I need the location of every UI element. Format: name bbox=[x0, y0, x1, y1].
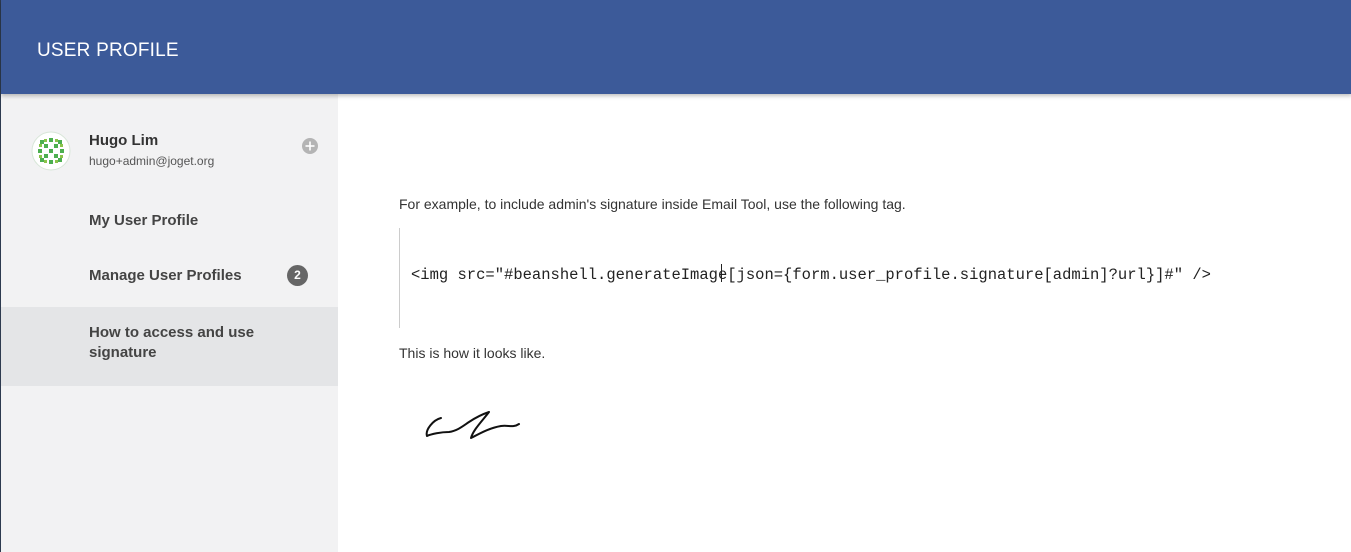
sidebar-item-label: How to access and use signature bbox=[89, 324, 255, 361]
code-snippet[interactable]: <img src="#beanshell.generateImage[json=… bbox=[411, 266, 1211, 284]
user-email: hugo+admin@joget.org bbox=[89, 154, 215, 168]
page-title: USER PROFILE bbox=[37, 40, 179, 61]
user-name: Hugo Lim bbox=[89, 132, 159, 149]
app-window: USER PROFILE Hugo Lim hugo+admin@joget.o… bbox=[0, 0, 1351, 552]
sidebar-item-signature-guide[interactable]: How to access and use signature bbox=[1, 307, 338, 386]
sidebar-item-label: Manage User Profiles bbox=[89, 267, 242, 284]
code-block: <img src="#beanshell.generateImage[json=… bbox=[399, 228, 1339, 328]
sidebar: Hugo Lim hugo+admin@joget.org My User Pr… bbox=[1, 94, 338, 552]
main-content: For example, to include admin's signatur… bbox=[338, 94, 1351, 552]
app-header: USER PROFILE bbox=[1, 0, 1351, 94]
sidebar-item-manage-user-profiles[interactable]: Manage User Profiles 2 bbox=[1, 256, 338, 296]
identicon-avatar-icon[interactable] bbox=[31, 131, 71, 171]
sidebar-item-label: My User Profile bbox=[89, 212, 199, 229]
outro-text: This is how it looks like. bbox=[399, 345, 546, 361]
count-badge: 2 bbox=[287, 265, 308, 286]
text-caret bbox=[721, 264, 722, 282]
sidebar-item-my-user-profile[interactable]: My User Profile bbox=[1, 200, 338, 240]
intro-text: For example, to include admin's signatur… bbox=[399, 196, 906, 212]
plus-circle-icon[interactable] bbox=[301, 137, 319, 155]
user-card: Hugo Lim hugo+admin@joget.org bbox=[1, 114, 338, 194]
signature-image bbox=[425, 411, 520, 439]
